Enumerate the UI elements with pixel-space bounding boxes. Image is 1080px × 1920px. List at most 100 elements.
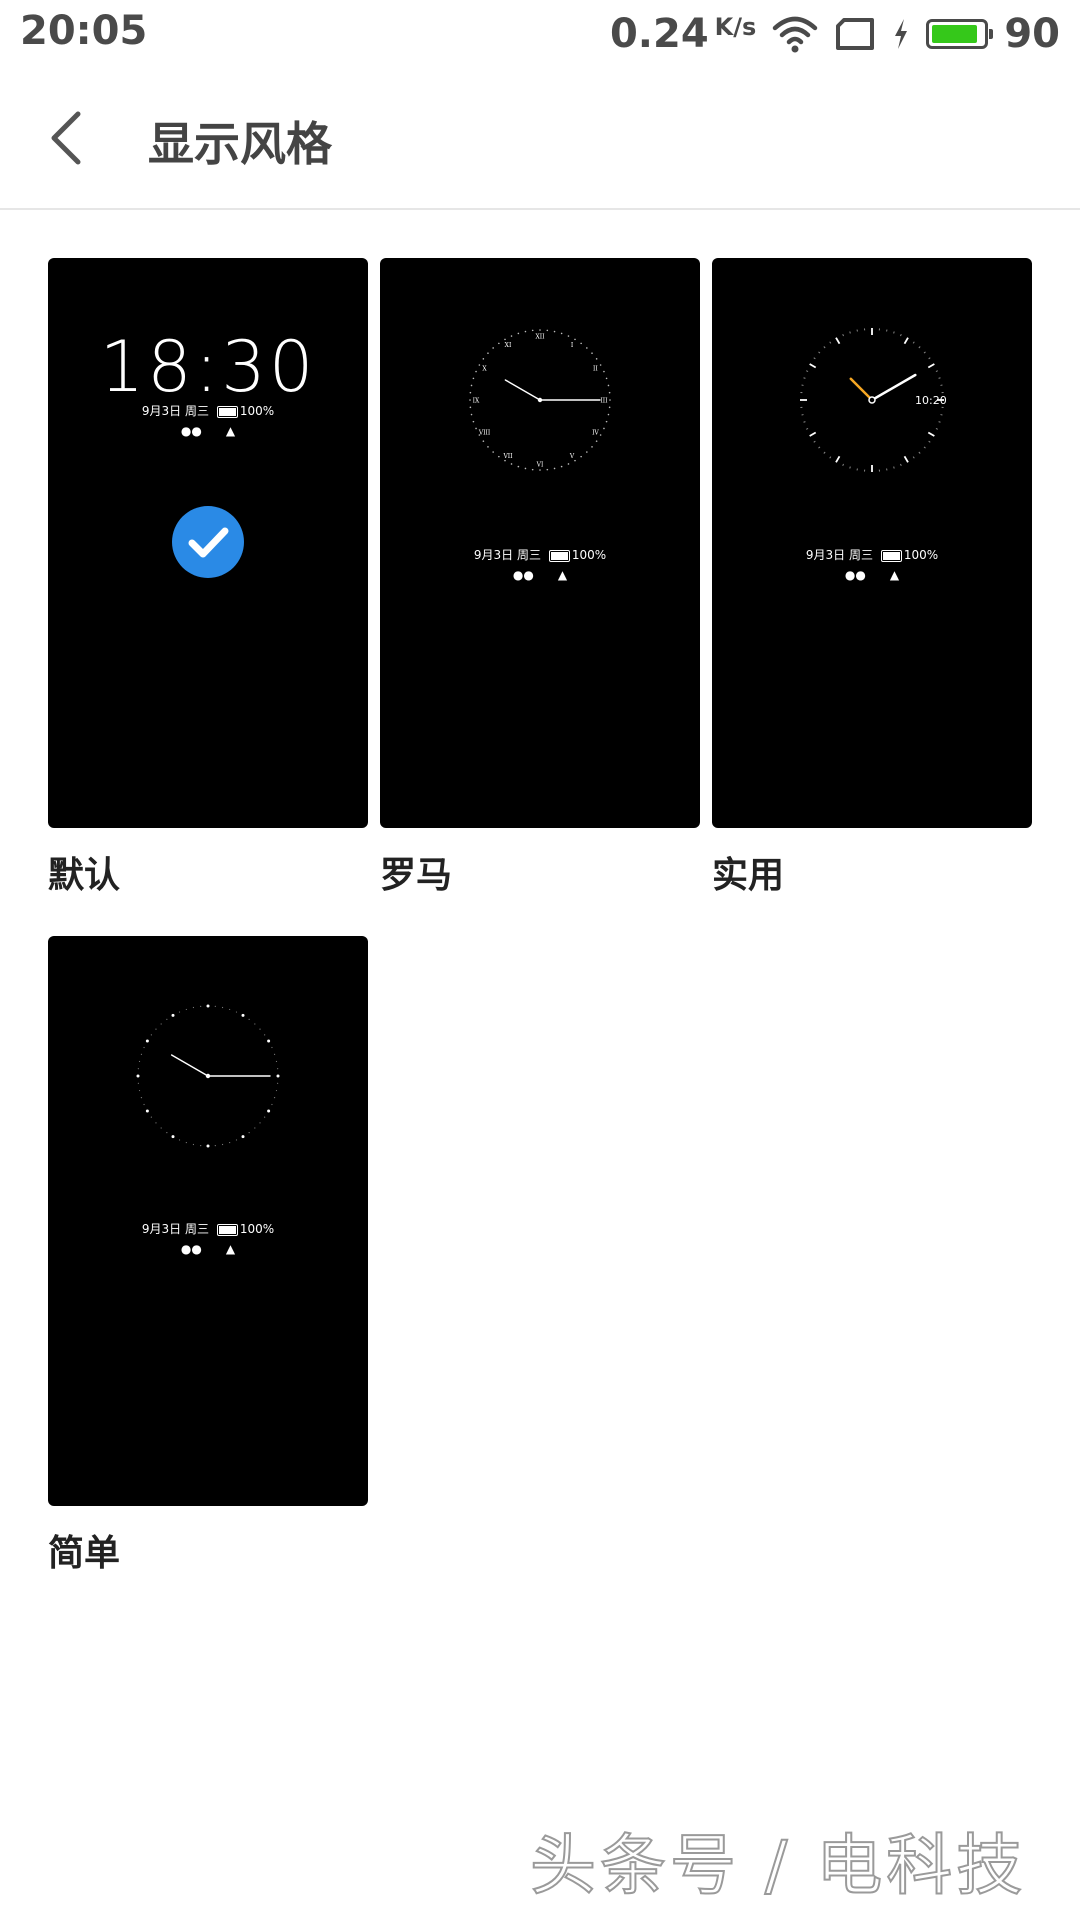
dial-dot	[136, 1074, 140, 1078]
date-text: 9月3日	[141, 404, 182, 418]
dial-dot	[214, 1005, 216, 1007]
dial-dot	[254, 1127, 256, 1129]
dial-dot	[143, 1046, 145, 1049]
dial-dot	[492, 347, 494, 349]
roman-numeral: V	[569, 453, 575, 460]
network-speed: 0.24	[609, 11, 709, 57]
dial-dot	[475, 427, 477, 430]
dial-dot	[599, 364, 602, 366]
dial-dot	[138, 1089, 141, 1092]
roman-numeral: VI	[536, 462, 544, 469]
style-preview[interactable]: 9月3日 周三 100% ●● ▲	[48, 936, 368, 1506]
dial-tick	[813, 357, 816, 360]
battery-text: 100%	[239, 404, 275, 418]
dial-tick	[935, 370, 938, 372]
battery-icon	[926, 19, 994, 49]
dial-tick	[903, 337, 909, 345]
dial-dot	[248, 1132, 250, 1134]
dial-dot	[206, 1004, 210, 1008]
dial-tick	[803, 421, 806, 423]
dial-tick	[918, 451, 921, 454]
dial-dot	[171, 1013, 175, 1017]
dial-tick	[900, 463, 902, 466]
dial-tick	[903, 455, 909, 463]
dial-dot	[607, 384, 610, 387]
dial-dot	[608, 391, 611, 394]
date-text: 9月3日	[805, 548, 846, 562]
dial-tick	[806, 428, 809, 430]
dial-tick	[829, 341, 832, 344]
dial-tick	[938, 377, 941, 379]
dial-dot	[498, 342, 500, 345]
qq-icon: ▲	[557, 568, 568, 582]
dial-dot	[277, 1068, 279, 1070]
dial-tick	[928, 440, 931, 443]
dial-dot	[539, 329, 541, 331]
dial-dot	[137, 1082, 139, 1084]
dial-tick	[893, 466, 895, 469]
style-preview[interactable]: XII I II III IV V VI VII VIII IX X XI 9月3日 周三 100% …	[380, 258, 700, 828]
dial-dot	[185, 1141, 187, 1144]
dial-dot	[580, 455, 582, 458]
hour-hand	[849, 377, 874, 402]
style-option-roman[interactable]: XII I II III IV V VI VII VIII IX X XI 9月3日 周三 100% …	[380, 258, 700, 898]
dial-tick	[835, 337, 841, 345]
selected-check-icon	[172, 506, 244, 578]
dial-dot	[605, 377, 608, 380]
roman-numeral: XII	[535, 334, 545, 341]
roman-numeral: IV	[592, 430, 599, 437]
dial-dot	[517, 332, 520, 335]
dial-dot	[248, 1018, 250, 1020]
style-label: 默认	[48, 855, 121, 896]
roman-numeral: XI	[505, 342, 512, 349]
dial-dot	[603, 370, 605, 373]
dial-dot	[553, 330, 556, 333]
dial-dot	[221, 1006, 224, 1009]
roman-numeral: X	[482, 366, 487, 373]
dial-dot	[469, 406, 472, 409]
date-battery-line: 9月3日 周三 100%	[48, 402, 368, 419]
network-speed-unit: K/s	[714, 13, 757, 41]
style-label: 罗马	[380, 855, 453, 896]
weekday-text: 周三	[184, 1222, 209, 1236]
clock-center	[537, 397, 543, 403]
style-preview[interactable]: 10:20 9月3日 周三 100% ●● ▲	[712, 258, 1032, 828]
style-option-practical[interactable]: 10:20 9月3日 周三 100% ●● ▲ 实用	[712, 258, 1032, 898]
wechat-icon: ●●	[512, 568, 534, 582]
dial-dot	[531, 468, 534, 471]
style-option-default[interactable]: 18:30 9月3日 周三 100% ●● ▲ 默认	[48, 258, 368, 898]
dial-dot	[469, 391, 472, 394]
dial-dot	[504, 338, 506, 341]
watermark: 头条号 / 电科技	[529, 1826, 1027, 1905]
style-label: 实用	[712, 855, 785, 896]
dial-tick	[829, 456, 832, 459]
dial-dot	[254, 1023, 256, 1025]
date-text: 9月3日	[473, 548, 514, 562]
dial-tick	[923, 351, 926, 354]
wifi-icon	[773, 16, 818, 53]
dial-tick	[818, 446, 821, 449]
dial-dot	[603, 427, 605, 430]
style-option-simple[interactable]: 9月3日 周三 100% ●● ▲ 简单	[48, 936, 368, 1576]
roman-numeral: II	[593, 366, 598, 373]
dial-dot	[492, 451, 494, 453]
style-label: 简单	[48, 1533, 121, 1574]
dial-dot	[275, 1089, 278, 1092]
dial-dot	[192, 1143, 195, 1146]
style-preview[interactable]: 18:30 9月3日 周三 100% ●● ▲	[48, 258, 368, 828]
dial-dot	[478, 364, 481, 366]
dial-dot	[546, 329, 549, 332]
date-text: 9月3日	[141, 1222, 182, 1236]
app-bar: 显示风格	[0, 68, 1080, 210]
dial-tick	[893, 331, 895, 334]
battery-text: 100%	[903, 548, 939, 562]
status-indicators: 0.24 K/s 90	[610, 8, 1060, 60]
back-arrow-icon[interactable]	[40, 106, 100, 170]
weekday-text: 周三	[848, 548, 873, 562]
date-battery-line: 9月3日 周三 100%	[48, 1220, 368, 1237]
dial-dot	[145, 1039, 149, 1043]
dial-tick	[918, 346, 921, 349]
dial-dot	[166, 1018, 168, 1020]
dial-dot	[487, 446, 489, 448]
dial-tick	[912, 456, 915, 459]
